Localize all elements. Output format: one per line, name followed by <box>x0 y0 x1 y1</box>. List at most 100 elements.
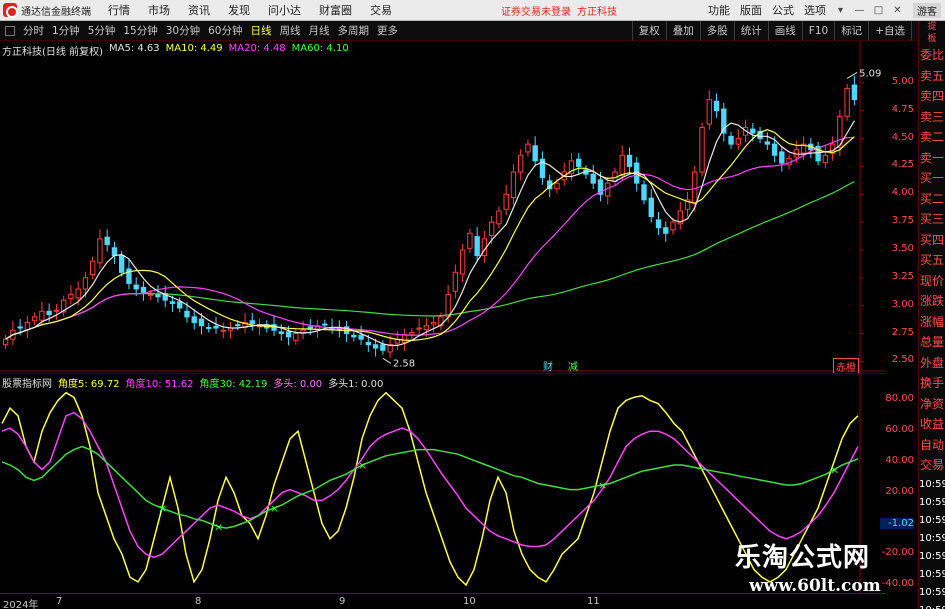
candle-body <box>430 321 437 325</box>
side-item[interactable]: 买二 <box>919 189 945 210</box>
side-item[interactable]: 涨跌 <box>919 291 945 312</box>
tag-cai[interactable]: 财 <box>541 358 555 373</box>
candle-body <box>851 84 858 101</box>
side-item[interactable]: 买一 <box>919 168 945 189</box>
side-item[interactable]: 卖二 <box>919 127 945 148</box>
candle-body <box>82 277 89 290</box>
side-item[interactable]: 买三 <box>919 209 945 230</box>
add-watchlist-button[interactable]: +自选 <box>868 20 911 41</box>
candle-body <box>372 344 379 349</box>
side-item[interactable]: 总量 <box>919 332 945 353</box>
minimize-icon[interactable]: — <box>853 4 866 17</box>
candle-body <box>641 184 647 201</box>
side-item[interactable]: 自动 <box>919 435 945 456</box>
menu-banmian[interactable]: 版面 <box>735 2 767 18</box>
candle-body <box>474 236 480 257</box>
candle-body <box>104 236 110 245</box>
candlestick-chart[interactable]: 5.09 2.58 <box>0 41 886 372</box>
side-item[interactable]: 卖三 <box>919 107 945 128</box>
candle-body <box>416 327 422 330</box>
multi-stock-button[interactable]: 多股 <box>699 20 734 41</box>
period-1min[interactable]: 1分钟 <box>48 23 84 38</box>
side-item[interactable]: 换手 <box>919 373 945 394</box>
side-items: 委比 卖五 卖四 卖三 卖二 卖一 买一 买二 买三 买四 买五 现价 涨跌 涨幅 总量 外盘 换手 净资 收益 自动… <box>919 45 945 476</box>
menu-jiaoyi[interactable]: 交易 <box>361 2 401 18</box>
candle-body <box>17 326 23 329</box>
candle-body <box>459 249 466 275</box>
menu-faxian[interactable]: 发现 <box>219 2 259 18</box>
period-multi[interactable]: 多周期 <box>334 23 374 38</box>
menu-wenxiaoda[interactable]: 问小达 <box>259 2 310 18</box>
period-fenshi[interactable]: 分时 <box>19 23 48 38</box>
period-more[interactable]: 更多 <box>373 23 402 38</box>
overlay-button[interactable]: 叠加 <box>665 20 700 41</box>
dropdown-icon[interactable]: ▾ <box>834 4 847 17</box>
close-icon[interactable]: ✕ <box>891 4 904 17</box>
period-60min[interactable]: 60分钟 <box>204 23 246 38</box>
cross-marker: × <box>214 521 223 534</box>
price-tick-label: 3.50 <box>891 243 914 254</box>
period-5min[interactable]: 5分钟 <box>84 23 120 38</box>
period-daily[interactable]: 日线 <box>247 23 276 38</box>
price-tick-label: 3.00 <box>891 298 914 310</box>
side-item[interactable]: 卖一 <box>919 148 945 169</box>
menu-shichang[interactable]: 市场 <box>139 2 179 18</box>
side-times: 10:59 10:59 10:59 10:59 10:59 10:59 10:59 10:59 <box>919 476 945 609</box>
draw-line-button[interactable]: 画线 <box>767 20 802 41</box>
candle-body <box>322 323 328 326</box>
menu-zixun[interactable]: 资讯 <box>179 2 219 18</box>
period-monthly[interactable]: 月线 <box>305 23 334 38</box>
favorite-box-icon[interactable] <box>5 25 15 36</box>
menu-caifuquan[interactable]: 财富圈 <box>310 2 361 18</box>
side-item[interactable]: 收益 <box>919 414 945 435</box>
fuquan-button[interactable]: 复权 <box>631 20 666 41</box>
side-item[interactable]: 委比 <box>919 45 945 66</box>
candle-body <box>488 221 495 237</box>
login-notice[interactable]: 证券交易未登录 <box>501 3 571 18</box>
legend-ma10: MA10: 4.49 <box>165 43 223 54</box>
ind-legend-name: 股票指标网 <box>2 379 52 390</box>
tag-jian[interactable]: 减 <box>566 358 580 373</box>
side-item[interactable]: 外盘 <box>919 353 945 374</box>
candle-body <box>53 309 60 312</box>
menu-gongshi[interactable]: 公式 <box>767 2 799 18</box>
candle-body <box>713 100 720 112</box>
maximize-icon[interactable]: □ <box>872 4 885 17</box>
candle-body <box>358 334 364 340</box>
period-30min[interactable]: 30分钟 <box>162 23 204 38</box>
side-item[interactable]: 现价 <box>919 271 945 292</box>
guest-button[interactable]: 游客 <box>913 2 941 18</box>
menu-gongneng[interactable]: 功能 <box>703 2 735 18</box>
price-tick-label: 2.75 <box>891 326 914 338</box>
candle-body <box>626 154 633 167</box>
menu-hangqing[interactable]: 行情 <box>99 2 139 18</box>
candle-body <box>518 154 524 173</box>
legend-ma60: MA60: 4.10 <box>291 43 349 54</box>
date-year: 2024年 <box>3 600 39 609</box>
mark-button[interactable]: 标记 <box>834 20 868 41</box>
candle-body <box>699 126 705 173</box>
candle-body <box>351 334 357 338</box>
candle-body <box>97 238 103 264</box>
side-item[interactable]: 净资 <box>919 394 945 415</box>
side-time: 10:59 <box>919 586 945 598</box>
app-logo-icon <box>3 3 18 18</box>
side-item[interactable]: 买四 <box>919 230 945 251</box>
f10-button[interactable]: F10 <box>801 20 834 41</box>
side-item[interactable]: 涨幅 <box>919 312 945 333</box>
cross-marker: × <box>598 479 607 492</box>
toolbar-right: 复权 叠加 多股 统计 画线 F10 标记 +自选 返回 <box>631 20 945 41</box>
cross-marker: × <box>158 502 167 515</box>
menu-xuanxiang[interactable]: 选项 <box>799 2 831 18</box>
side-item[interactable]: 交易 <box>919 455 945 476</box>
period-weekly[interactable]: 周线 <box>276 23 305 38</box>
period-15min[interactable]: 15分钟 <box>119 23 161 38</box>
stats-button[interactable]: 统计 <box>733 20 768 41</box>
ind-legend-duotou1: 多头1: 0.00 <box>328 379 384 390</box>
side-item[interactable]: 买五 <box>919 250 945 271</box>
cross-marker: × <box>270 502 279 515</box>
period-toolbar: 分时 1分钟 5分钟 15分钟 30分钟 60分钟 日线 周线 月线 多周期 更… <box>0 20 945 41</box>
legend-stock-name: 方正科技(日线 前复权) <box>2 47 103 58</box>
side-item[interactable]: 卖四 <box>919 86 945 107</box>
side-item[interactable]: 卖五 <box>919 66 945 87</box>
